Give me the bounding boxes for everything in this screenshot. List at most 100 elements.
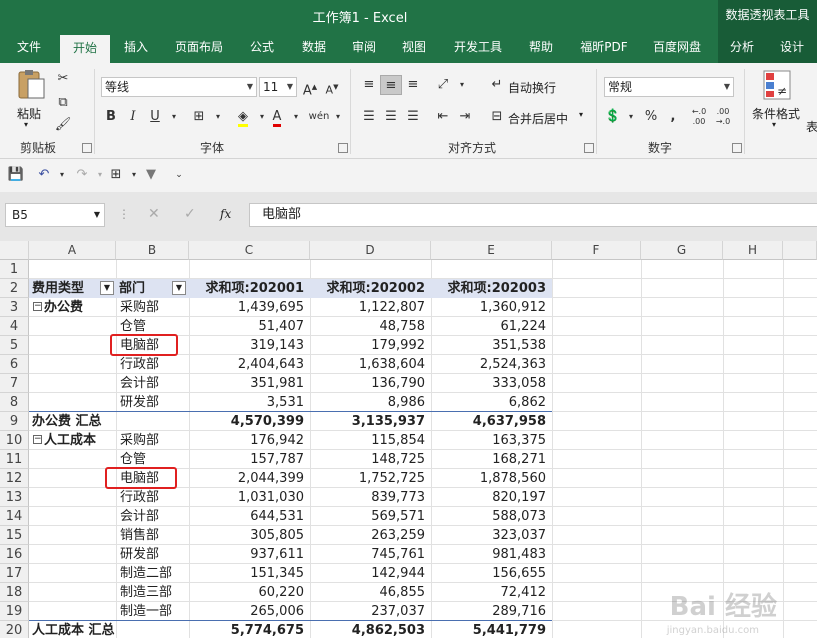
expense-type-cell[interactable]: 人工成本 汇总: [32, 621, 115, 638]
value-202002-cell[interactable]: 142,944: [310, 564, 431, 583]
value-202002-cell[interactable]: 136,790: [310, 374, 431, 393]
col-header-e[interactable]: E: [431, 241, 552, 260]
format-painter-icon[interactable]: 🖌: [52, 115, 74, 135]
merge-dropdown-icon[interactable]: ▾: [579, 110, 583, 119]
tab-foxit-pdf[interactable]: 福昕PDF: [572, 33, 636, 63]
value-202003-cell[interactable]: 5,441,779: [431, 621, 552, 638]
align-left-icon[interactable]: ☰: [358, 107, 380, 127]
increase-indent-icon[interactable]: ⇥: [454, 107, 476, 127]
value-202001-cell[interactable]: 151,345: [189, 564, 310, 583]
row-header[interactable]: 17: [0, 564, 29, 583]
col-header-a[interactable]: A: [29, 241, 116, 260]
undo-dropdown-icon[interactable]: ▾: [51, 165, 73, 185]
department-cell[interactable]: 行政部: [120, 355, 159, 374]
percent-style-icon[interactable]: %: [640, 107, 662, 127]
tab-home[interactable]: 开始: [60, 35, 110, 63]
cancel-icon[interactable]: ✕: [148, 206, 160, 222]
value-202002-cell[interactable]: 3,135,937: [310, 412, 431, 431]
department-cell[interactable]: 销售部: [120, 526, 159, 545]
value-202002-cell[interactable]: 4,862,503: [310, 621, 431, 638]
copy-icon[interactable]: ⧉: [52, 93, 74, 113]
value-202001-cell[interactable]: 1,439,695: [189, 298, 310, 317]
value-202003-cell[interactable]: 588,073: [431, 507, 552, 526]
value-202002-cell[interactable]: 115,854: [310, 431, 431, 450]
value-202002-cell[interactable]: 569,571: [310, 507, 431, 526]
row-header[interactable]: 10: [0, 431, 29, 450]
tab-design[interactable]: 设计: [772, 33, 812, 63]
name-box[interactable]: B5 ▼: [5, 203, 105, 227]
cut-icon[interactable]: ✂: [52, 69, 74, 89]
increase-decimal-icon[interactable]: ←.0.00: [688, 107, 710, 127]
tab-review[interactable]: 审阅: [342, 33, 386, 63]
filter-dropdown-icon[interactable]: ▼: [172, 281, 186, 295]
tab-baidu-netdisk[interactable]: 百度网盘: [645, 33, 709, 63]
value-202002-cell[interactable]: 1,122,807: [310, 298, 431, 317]
value-202001-cell[interactable]: 3,531: [189, 393, 310, 412]
row-header[interactable]: 19: [0, 602, 29, 621]
align-right-icon[interactable]: ☰: [402, 107, 424, 127]
worksheet-grid[interactable]: A B C D E F G H 1 2 3 4 5 6 7 8 9 10 11 12 13 14 15 16 1…: [0, 241, 817, 638]
row-header[interactable]: 4: [0, 317, 29, 336]
row-header[interactable]: 7: [0, 374, 29, 393]
phonetic-dropdown-icon[interactable]: ▾: [327, 107, 349, 127]
comma-style-icon[interactable]: ,: [662, 107, 684, 127]
tab-data[interactable]: 数据: [292, 33, 336, 63]
value-202003-cell[interactable]: 323,037: [431, 526, 552, 545]
tab-developer[interactable]: 开发工具: [446, 33, 510, 63]
save-icon[interactable]: 💾: [5, 165, 27, 185]
orientation-dropdown-icon[interactable]: ▾: [451, 75, 473, 95]
enter-icon[interactable]: ✓: [184, 206, 196, 222]
value-202003-cell[interactable]: 981,483: [431, 545, 552, 564]
value-202001-cell[interactable]: 157,787: [189, 450, 310, 469]
number-format-combo[interactable]: 常规 ▼: [604, 77, 734, 97]
department-cell[interactable]: 会计部: [120, 374, 159, 393]
value-202003-cell[interactable]: 156,655: [431, 564, 552, 583]
department-cell[interactable]: 研发部: [120, 545, 159, 564]
value-202001-cell[interactable]: 5,774,675: [189, 621, 310, 638]
font-color-dropdown-icon[interactable]: ▾: [285, 107, 307, 127]
customize-qat-icon[interactable]: ⌄: [168, 165, 190, 185]
department-cell[interactable]: 行政部: [120, 488, 159, 507]
formula-input[interactable]: 电脑部: [249, 203, 817, 227]
value-202001-cell[interactable]: 644,531: [189, 507, 310, 526]
borders-dropdown-icon[interactable]: ▾: [207, 107, 229, 127]
clipboard-launcher-icon[interactable]: [82, 143, 92, 153]
row-header[interactable]: 3: [0, 298, 29, 317]
col-header-f[interactable]: F: [552, 241, 641, 260]
font-launcher-icon[interactable]: [338, 143, 348, 153]
tab-formulas[interactable]: 公式: [240, 33, 284, 63]
value-202001-cell[interactable]: 176,942: [189, 431, 310, 450]
filter-dropdown-icon[interactable]: ▼: [100, 281, 114, 295]
row-header[interactable]: 6: [0, 355, 29, 374]
row-header[interactable]: 8: [0, 393, 29, 412]
tab-page-layout[interactable]: 页面布局: [168, 33, 230, 63]
value-202003-cell[interactable]: 6,862: [431, 393, 552, 412]
department-cell[interactable]: 采购部: [120, 298, 159, 317]
number-launcher-icon[interactable]: [732, 143, 742, 153]
value-202003-cell[interactable]: 2,524,363: [431, 355, 552, 374]
value-202002-cell[interactable]: 839,773: [310, 488, 431, 507]
value-202003-cell[interactable]: 61,224: [431, 317, 552, 336]
value-202003-cell[interactable]: 72,412: [431, 583, 552, 602]
col-header-g[interactable]: G: [641, 241, 723, 260]
value-202001-cell[interactable]: 2,404,643: [189, 355, 310, 374]
row-header[interactable]: 5: [0, 336, 29, 355]
value-202003-cell[interactable]: 1,360,912: [431, 298, 552, 317]
row-header[interactable]: 9: [0, 412, 29, 431]
value-202002-cell[interactable]: 48,758: [310, 317, 431, 336]
cond-format-dropdown-icon[interactable]: ▾: [772, 120, 776, 129]
value-202002-cell[interactable]: 237,037: [310, 602, 431, 621]
row-header[interactable]: 11: [0, 450, 29, 469]
align-bottom-icon[interactable]: ≡: [402, 75, 424, 95]
col-header-d[interactable]: D: [310, 241, 431, 260]
department-cell[interactable]: 研发部: [120, 393, 159, 412]
expense-type-cell[interactable]: 办公费: [44, 298, 83, 317]
col-header-b[interactable]: B: [116, 241, 189, 260]
value-202003-cell[interactable]: 289,716: [431, 602, 552, 621]
col-header-c[interactable]: C: [189, 241, 310, 260]
value-202001-cell[interactable]: 305,805: [189, 526, 310, 545]
value-202003-cell[interactable]: 333,058: [431, 374, 552, 393]
row-header[interactable]: 15: [0, 526, 29, 545]
row-header[interactable]: 2: [0, 279, 29, 298]
value-202001-cell[interactable]: 60,220: [189, 583, 310, 602]
